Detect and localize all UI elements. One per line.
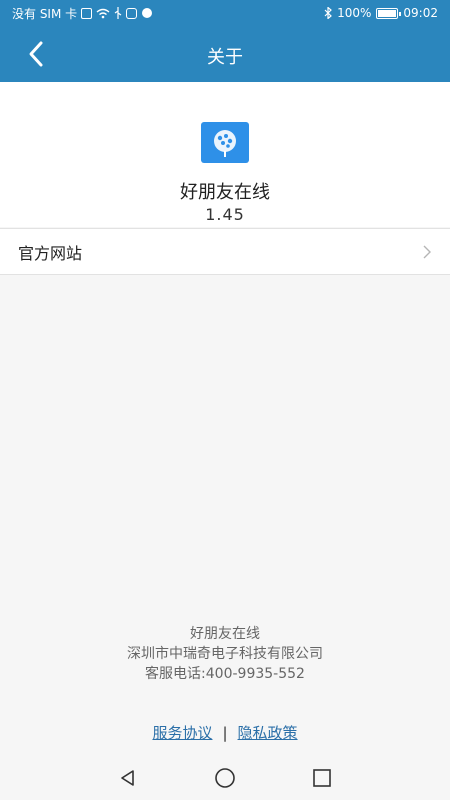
circle-home-icon	[215, 768, 235, 788]
status-bar: 没有 SIM 卡 100% 09:02	[0, 0, 450, 26]
app-header-card: 好朋友在线 1.45	[0, 82, 450, 227]
privacy-policy-link[interactable]: 隐私政策	[238, 722, 298, 743]
wifi-icon	[96, 8, 110, 19]
service-agreement-link[interactable]: 服务协议	[152, 722, 212, 743]
triangle-back-icon	[121, 770, 135, 786]
app-name: 好朋友在线	[180, 182, 270, 203]
app-bar: 关于	[0, 26, 450, 82]
nav-recents-button[interactable]	[307, 763, 337, 793]
official-website-item[interactable]: 官方网站	[0, 228, 450, 275]
system-nav-bar	[0, 756, 450, 800]
carrier-text: 没有 SIM 卡	[12, 6, 78, 21]
sim-icon	[81, 7, 93, 19]
square-recents-icon	[312, 769, 331, 787]
nav-back-button[interactable]	[113, 763, 143, 793]
official-website-label: 官方网站	[18, 243, 83, 263]
page-title: 关于	[207, 47, 243, 68]
nav-home-button[interactable]	[210, 763, 240, 793]
company-name: 深圳市中瑞奇电子科技有限公司	[127, 646, 323, 662]
link-separator: |	[222, 723, 228, 742]
legal-links: 服务协议 | 隐私政策	[0, 722, 450, 743]
battery-icon	[376, 7, 402, 19]
battery-percent: 100%	[337, 6, 372, 20]
clock: 09:02	[403, 6, 438, 20]
app-version: 1.45	[205, 205, 245, 224]
app-logo-icon	[201, 122, 249, 163]
footer-info: 好朋友在线 深圳市中瑞奇电子科技有限公司 客服电话:400-9935-552	[0, 624, 450, 684]
bluetooth-icon	[324, 7, 332, 19]
message-notification-icon	[141, 7, 153, 19]
footer-app-name: 好朋友在线	[190, 626, 260, 642]
usb-icon	[114, 7, 122, 19]
chevron-right-icon	[423, 245, 431, 258]
app-notification-icon	[126, 7, 138, 19]
customer-service-hotline: 客服电话:400-9935-552	[145, 666, 305, 682]
